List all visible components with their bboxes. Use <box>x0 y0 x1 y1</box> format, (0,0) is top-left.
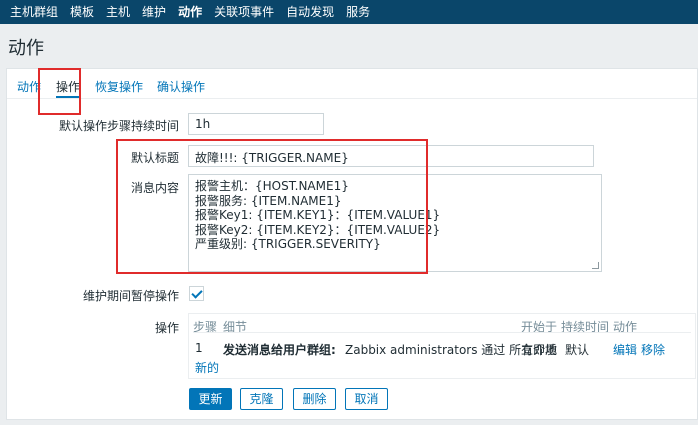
row-duration: 默认 <box>565 343 590 357</box>
tab-ack-operations[interactable]: 确认操作 <box>157 78 205 95</box>
step-duration-label: 默认操作步骤持续时间 <box>58 119 179 133</box>
cancel-button[interactable]: 取消 <box>345 388 388 410</box>
resize-grip-icon[interactable] <box>592 262 599 269</box>
nav-item-discovery[interactable]: 自动发现 <box>280 0 340 24</box>
update-button[interactable]: 更新 <box>189 388 232 410</box>
step-duration-input[interactable]: 1h <box>188 113 324 135</box>
nav-item-event-correlation[interactable]: 关联项事件 <box>208 0 280 24</box>
operations-label: 操作 <box>154 321 179 335</box>
new-operation-link[interactable]: 新的 <box>195 359 219 376</box>
highlight-box-message <box>116 139 428 274</box>
row-detail-title: 发送消息给用户群组: <box>223 343 336 357</box>
nav-item-maintenance[interactable]: 维护 <box>136 0 172 24</box>
nav-item-hosts[interactable]: 主机 <box>100 0 136 24</box>
tab-recovery-operations[interactable]: 恢复操作 <box>95 78 143 95</box>
edit-operation-link[interactable]: 编辑 <box>613 341 637 358</box>
pause-maintenance-label: 维护期间暂停操作 <box>82 289 179 303</box>
pause-maintenance-checkbox[interactable] <box>189 286 204 301</box>
nav-item-host-groups[interactable]: 主机群组 <box>4 0 64 24</box>
operations-table: 步骤 细节 开始于 持续时间 动作 1 发送消息给用户群组: Zabbix ad… <box>188 313 696 379</box>
remove-operation-link[interactable]: 移除 <box>641 341 665 358</box>
tab-bar: 动作 操作 恢复操作 确认操作 <box>7 69 697 99</box>
table-divider <box>193 332 691 333</box>
nav-item-services[interactable]: 服务 <box>340 0 376 24</box>
row-step: 1 <box>195 341 203 355</box>
clone-button[interactable]: 克隆 <box>240 388 283 410</box>
nav-item-templates[interactable]: 模板 <box>64 0 100 24</box>
highlight-box-operations-tab <box>38 68 81 115</box>
row-start-in: 立即地 <box>521 343 558 357</box>
top-nav: 主机群组 模板 主机 维护 动作 关联项事件 自动发现 服务 <box>0 0 698 24</box>
nav-item-actions[interactable]: 动作 <box>172 0 208 24</box>
delete-button[interactable]: 删除 <box>293 388 336 410</box>
page-title: 动作 <box>8 38 44 59</box>
